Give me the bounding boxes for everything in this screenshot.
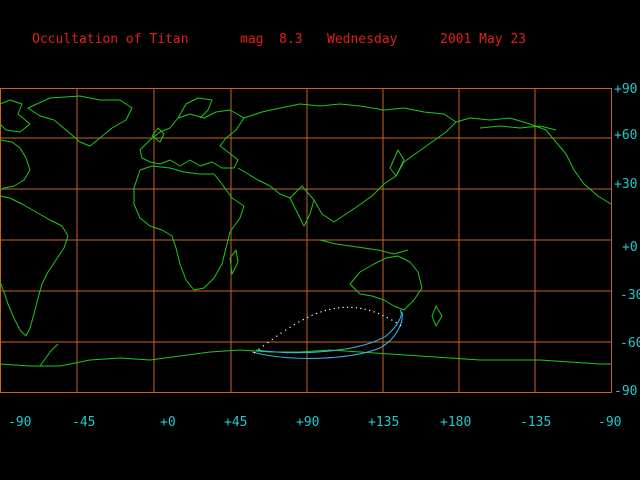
track-dot [351, 306, 353, 308]
lon-label-p45: +45 [224, 415, 248, 430]
track-dot [395, 322, 397, 324]
track-dot [364, 308, 366, 310]
track-dot [271, 338, 273, 340]
coast-indonesia [319, 239, 409, 255]
lon-label-m90-left: -90 [8, 415, 32, 430]
track-dot [307, 316, 309, 318]
lat-label-0: +0 [622, 240, 638, 255]
coast-arctic-islands [0, 99, 31, 133]
lon-label-p180: +180 [440, 415, 472, 430]
track-dot [262, 345, 264, 347]
lat-label-p30: +30 [614, 177, 638, 192]
track-dot [360, 307, 362, 309]
lon-label-m45: -45 [72, 415, 96, 430]
track-dot [324, 309, 326, 312]
coast-africa [133, 165, 245, 291]
track-dot [373, 311, 375, 313]
track-dot [267, 342, 269, 344]
coast-antarctic-peninsula [39, 343, 59, 367]
track-dot [254, 352, 256, 354]
lon-label-p90: +90 [296, 415, 320, 430]
coast-asia [237, 103, 457, 223]
track-dot [338, 307, 340, 309]
track-dot [391, 319, 393, 321]
track-dot [333, 307, 335, 310]
coast-australia [349, 255, 423, 311]
lon-label-m135: -135 [520, 415, 552, 430]
track-dot [302, 319, 304, 321]
lat-label-m90: -90 [614, 384, 638, 399]
track-dot [369, 309, 371, 312]
coast-india-peninsula [289, 197, 315, 227]
track-dot [346, 306, 349, 308]
lon-label-p135: +135 [368, 415, 400, 430]
track-dot [258, 348, 260, 350]
track-dot [320, 311, 322, 313]
map-grid [0, 88, 612, 393]
lat-label-m30: -30 [620, 288, 640, 303]
track-dot [386, 317, 388, 319]
lon-label-0: +0 [160, 415, 176, 430]
track-dot [315, 312, 318, 315]
coast-north-america [0, 139, 31, 191]
coast-new-zealand [431, 305, 443, 327]
track-dot [298, 321, 300, 323]
occultation-dotted-track [254, 306, 402, 354]
track-dot [400, 324, 402, 327]
coast-japan [389, 149, 405, 177]
lat-label-p90: +90 [614, 82, 638, 97]
track-dot [280, 332, 282, 334]
track-dot [311, 314, 313, 316]
lon-label-m90-right: -90 [598, 415, 622, 430]
occultation-track [251, 309, 403, 359]
coast-south-america [0, 195, 69, 337]
coastlines [0, 95, 612, 367]
track-dot [382, 314, 384, 317]
coast-north-america-west [455, 117, 612, 205]
lat-label-p60: +60 [614, 128, 638, 143]
world-map [0, 88, 612, 393]
track-dot [276, 335, 278, 337]
track-dot [289, 326, 291, 328]
track-dot [342, 306, 344, 308]
track-dot [285, 329, 287, 331]
track-dot [329, 308, 331, 310]
occultation-path-north [255, 309, 402, 354]
track-dot [377, 312, 380, 315]
track-dot [355, 307, 357, 309]
lat-label-m60: -60 [620, 336, 640, 351]
track-dot [293, 324, 295, 326]
